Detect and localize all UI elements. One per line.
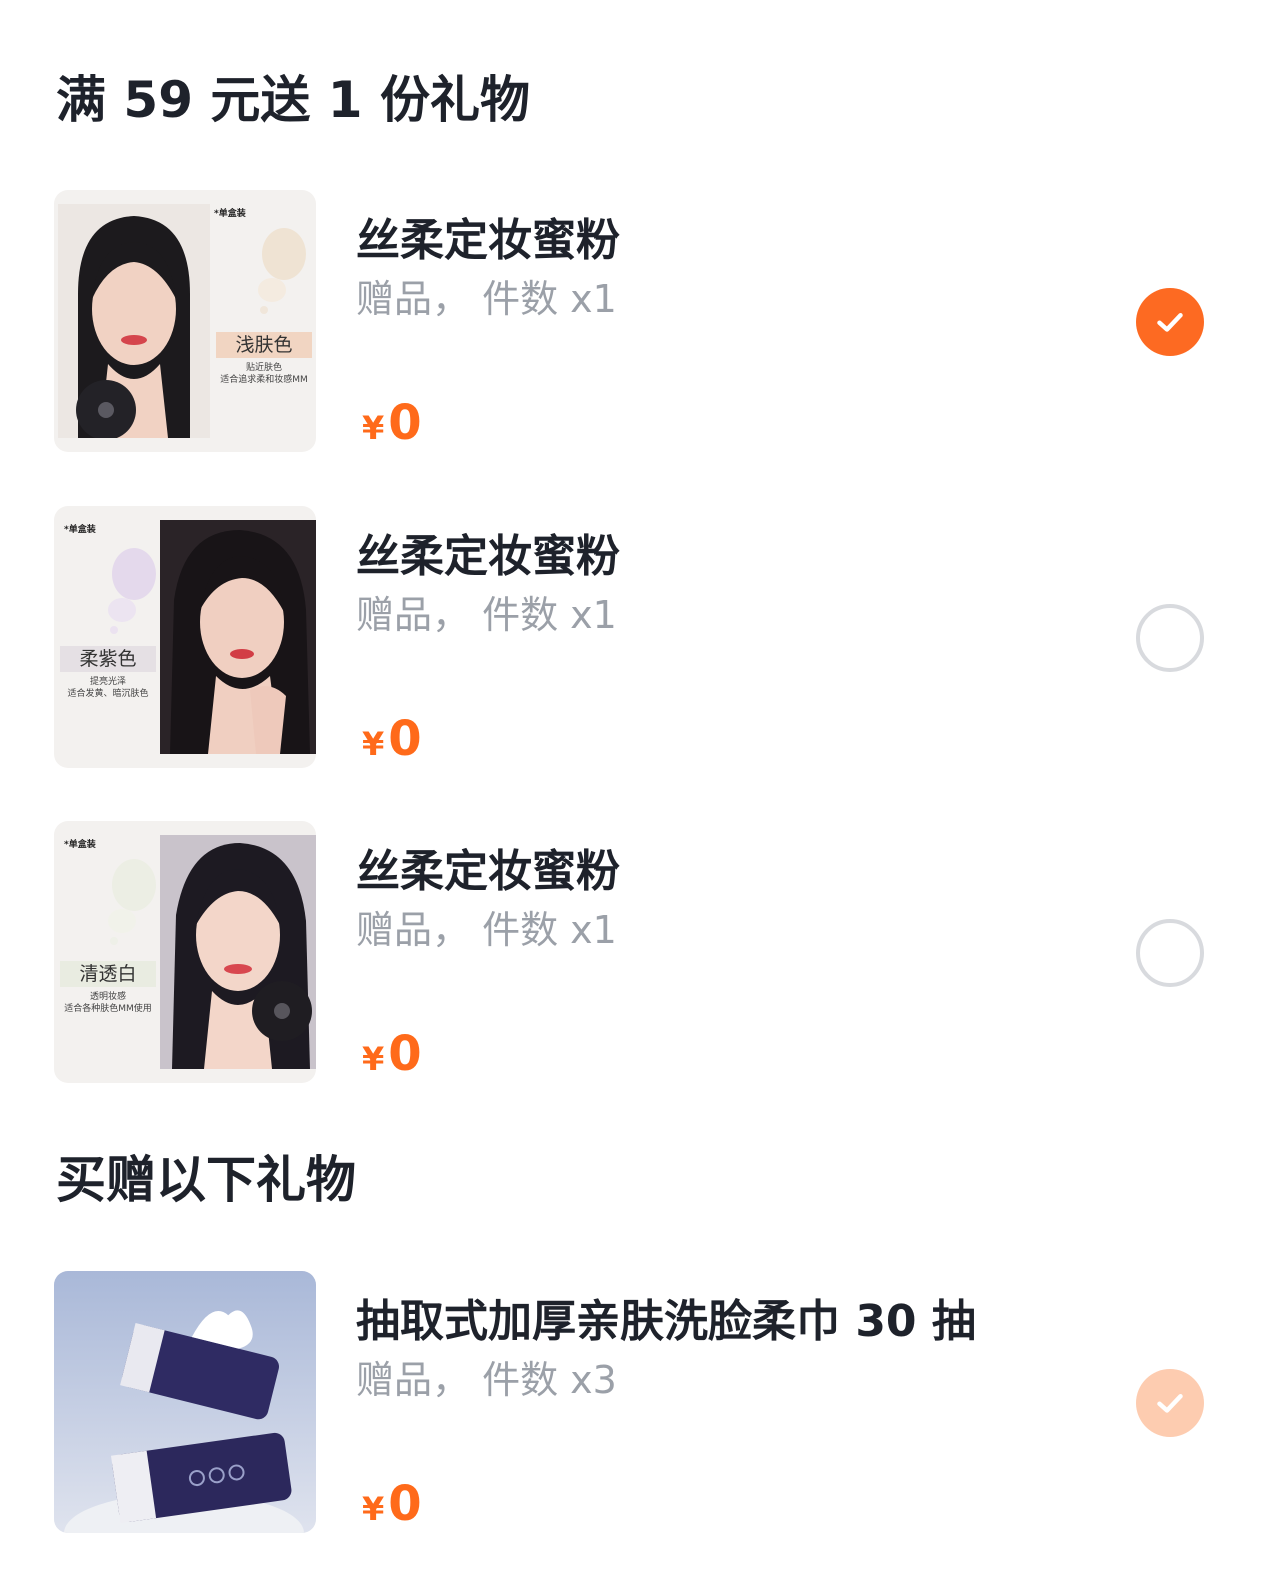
- product-name: 丝柔定妆蜜粉: [356, 215, 620, 266]
- gift-item[interactable]: *单盒装 柔紫色 提亮光泽 适合发黄、暗沉肤色 丝柔定妆蜜粉 赠品， 件数 x1 …: [0, 506, 1279, 768]
- gift-item[interactable]: *单盒装 浅肤色 贴近肤色 适合追求柔和妆感MM 丝柔定妆蜜粉 赠品， 件数 x1…: [0, 190, 1279, 452]
- powder-swatch: [258, 228, 306, 314]
- powder-swatch: [108, 859, 156, 945]
- check-icon: [1157, 1394, 1183, 1413]
- section-title-threshold-gift: 满 59 元送 1 份礼物: [56, 71, 530, 129]
- product-quantity: 赠品， 件数 x1: [356, 908, 617, 952]
- shade-desc: 提亮光泽 适合发黄、暗沉肤色: [67, 677, 149, 699]
- gift-item[interactable]: *单盒装 清透白 透明妆感 适合各种肤色MM使用 丝柔定妆蜜粉 赠品， 件数 x1…: [0, 821, 1279, 1083]
- check-icon: [1157, 313, 1183, 332]
- product-image: *单盒装 浅肤色 贴近肤色 适合追求柔和妆感MM: [54, 190, 316, 452]
- product-image: [54, 1271, 316, 1533]
- product-image: *单盒装 清透白 透明妆感 适合各种肤色MM使用: [54, 821, 316, 1083]
- product-quantity: 赠品， 件数 x1: [356, 277, 617, 321]
- section-title-buy-gift: 买赠以下礼物: [56, 1151, 356, 1209]
- product-price: ¥0: [362, 1026, 422, 1082]
- product-name: 丝柔定妆蜜粉: [356, 846, 620, 897]
- thumb-tag: *单盒装: [64, 840, 96, 850]
- shade-label: 清透白: [60, 961, 156, 987]
- select-radio-checked[interactable]: [1136, 288, 1204, 356]
- select-radio-checked-disabled: [1136, 1369, 1204, 1437]
- powder-swatch: [108, 548, 156, 634]
- product-price: ¥0: [362, 1476, 422, 1532]
- select-radio-unchecked[interactable]: [1136, 604, 1204, 672]
- shade-label: 浅肤色: [216, 332, 312, 358]
- shade-desc: 贴近肤色 适合追求柔和妆感MM: [220, 363, 308, 385]
- product-quantity: 赠品， 件数 x3: [356, 1358, 617, 1402]
- product-name: 丝柔定妆蜜粉: [356, 531, 620, 582]
- shade-label: 柔紫色: [60, 646, 156, 672]
- select-radio-unchecked[interactable]: [1136, 919, 1204, 987]
- product-quantity: 赠品， 件数 x1: [356, 593, 617, 637]
- product-price: ¥0: [362, 711, 422, 767]
- product-name: 抽取式加厚亲肤洗脸柔巾 30 抽: [356, 1296, 976, 1347]
- gift-item[interactable]: 抽取式加厚亲肤洗脸柔巾 30 抽 赠品， 件数 x3 ¥0: [0, 1271, 1279, 1533]
- thumb-tag: *单盒装: [64, 525, 96, 535]
- thumb-tag: *单盒装: [214, 209, 246, 219]
- shade-desc: 透明妆感 适合各种肤色MM使用: [64, 992, 152, 1014]
- product-image: *单盒装 柔紫色 提亮光泽 适合发黄、暗沉肤色: [54, 506, 316, 768]
- product-price: ¥0: [362, 395, 422, 451]
